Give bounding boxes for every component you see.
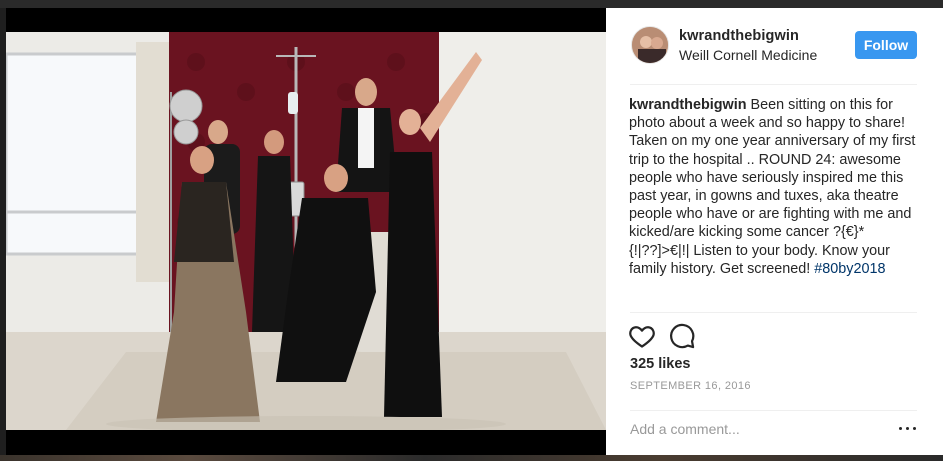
post-photo[interactable] (6, 32, 606, 430)
divider (630, 84, 917, 85)
follow-button[interactable]: Follow (855, 31, 917, 59)
likes-count[interactable]: 325 likes (630, 356, 690, 372)
post-details-panel: kwrandthebigwin Weill Cornell Medicine F… (606, 8, 943, 455)
comment-bubble-icon[interactable] (668, 322, 696, 350)
comment-input[interactable] (630, 420, 880, 438)
post-caption: kwrandthebigwin Been sitting on this for… (629, 96, 919, 278)
heart-icon[interactable] (628, 322, 656, 350)
post-location[interactable]: Weill Cornell Medicine (679, 47, 817, 63)
divider (630, 312, 917, 313)
post-photo-panel (6, 8, 606, 455)
caption-hashtag[interactable]: #80by2018 (814, 261, 885, 277)
caption-text: Been sitting on this for photo about a w… (629, 97, 916, 277)
profile-photo-icon[interactable] (631, 26, 669, 64)
divider (630, 410, 917, 411)
caption-username[interactable]: kwrandthebigwin (629, 97, 747, 113)
post-header: kwrandthebigwin Weill Cornell Medicine F… (606, 8, 943, 84)
post-date[interactable]: SEPTEMBER 16, 2016 (630, 380, 751, 392)
page-backdrop (0, 0, 943, 8)
author-username[interactable]: kwrandthebigwin (679, 28, 799, 44)
page-backdrop-strip (0, 455, 943, 461)
more-options-icon[interactable] (898, 422, 918, 434)
